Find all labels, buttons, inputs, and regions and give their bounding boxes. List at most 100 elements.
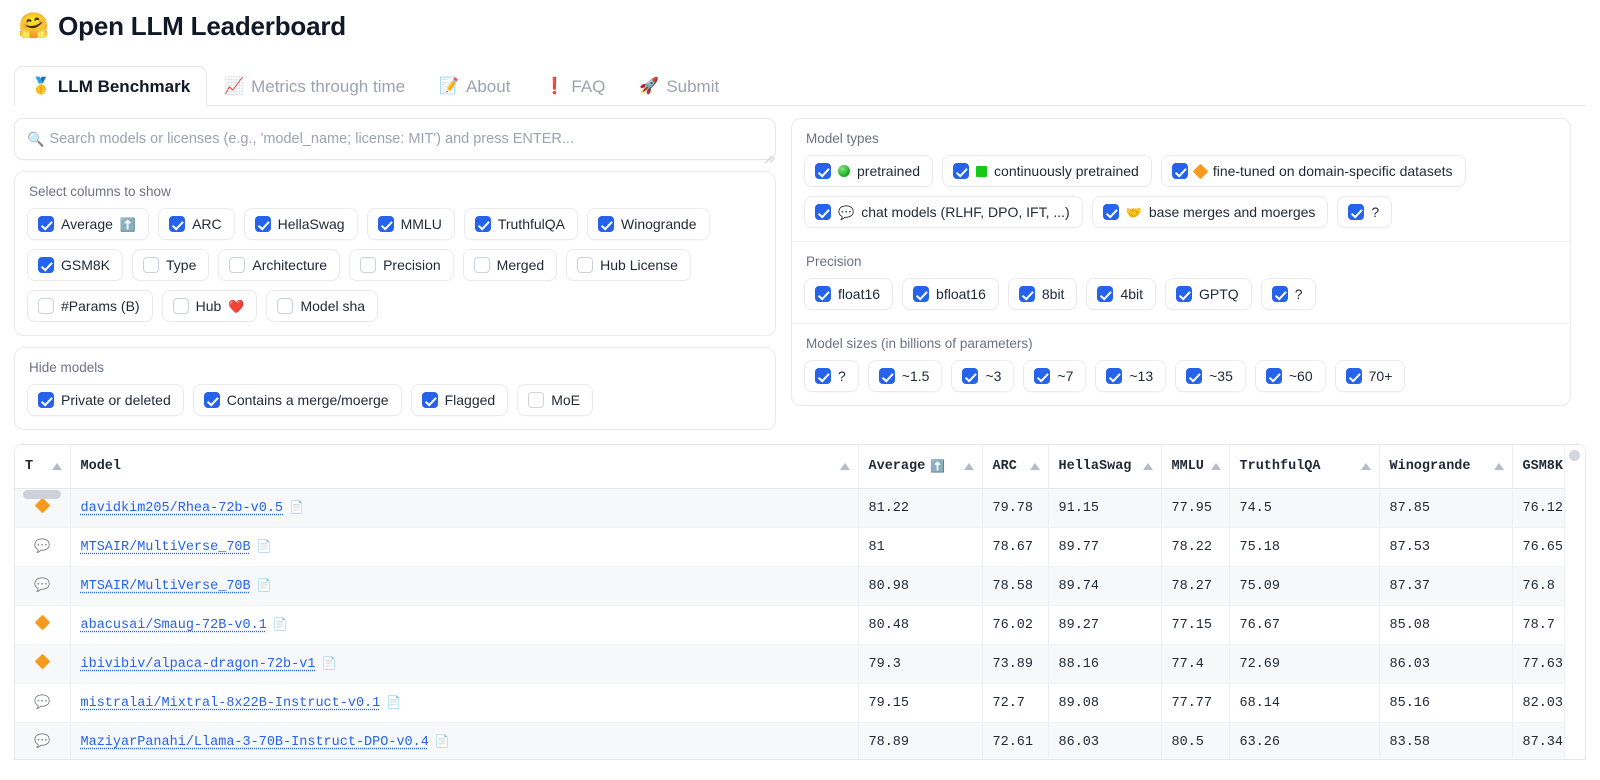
checkbox-icon[interactable]: [815, 286, 831, 302]
horizontal-scrollbar-thumb[interactable]: [23, 490, 61, 499]
checkbox-icon[interactable]: [1186, 368, 1203, 384]
vertical-scrollbar-thumb[interactable]: [1569, 450, 1580, 461]
resize-handle-icon[interactable]: [762, 146, 776, 164]
checkbox-icon[interactable]: [962, 368, 979, 384]
sort-caret-icon[interactable]: [1360, 463, 1371, 470]
filter-chip--7[interactable]: ~7: [1023, 360, 1087, 392]
checkbox-icon[interactable]: [1018, 286, 1035, 302]
table-row[interactable]: ibivibiv/alpaca-dragon-72b-v1 📄 79.3 73.89 8…: [15, 644, 1585, 684]
filter-chip-float16[interactable]: float16: [804, 278, 894, 310]
filter-chip-fine-tuned-on-domain-specific-datasets[interactable]: fine-tuned on domain-specific datasets: [1160, 155, 1466, 187]
filter-chip--1-5[interactable]: ~1.5: [867, 360, 943, 392]
column-header-winogrande[interactable]: Winogrande: [1379, 445, 1513, 489]
table-row[interactable]: 💬 mistralai/Mixtral-8x22B-Instruct-v0.1 📄 7…: [15, 683, 1585, 723]
model-link[interactable]: MTSAIR/MultiVerse_70B: [81, 579, 251, 594]
tab-submit[interactable]: 🚀 Submit: [622, 66, 736, 106]
checkbox-icon[interactable]: [38, 257, 54, 273]
checkbox-icon[interactable]: [360, 257, 377, 273]
checkbox-icon[interactable]: [1265, 368, 1282, 384]
filter-chip--3[interactable]: ~3: [951, 360, 1015, 392]
column-header-model[interactable]: Model: [70, 445, 859, 489]
checkbox-icon[interactable]: [254, 216, 271, 232]
checkbox-icon[interactable]: [913, 286, 930, 302]
filter-chip--60[interactable]: ~60: [1254, 360, 1326, 392]
checkbox-icon[interactable]: [1034, 368, 1051, 384]
filter-chip-hub-license[interactable]: Hub License: [566, 249, 691, 281]
filter-chip-truthfulqa[interactable]: TruthfulQA: [463, 208, 578, 240]
filter-chip-4bit[interactable]: 4bit: [1086, 278, 1157, 310]
filter-chip-8bit[interactable]: 8bit: [1007, 278, 1078, 310]
filter-chip-mmlu[interactable]: MMLU: [366, 208, 455, 240]
filter-chip-winogrande[interactable]: Winogrande: [587, 208, 710, 240]
checkbox-icon[interactable]: [1171, 163, 1188, 179]
filter-chip-architecture[interactable]: Architecture: [218, 249, 341, 281]
filter-chip-moe[interactable]: MoE: [517, 384, 593, 416]
checkbox-icon[interactable]: [815, 204, 831, 220]
column-header-arc[interactable]: ARC: [982, 445, 1049, 489]
checkbox-icon[interactable]: [169, 216, 186, 232]
filter-chip-type[interactable]: Type: [132, 249, 210, 281]
vertical-scrollbar-track[interactable]: [1564, 445, 1585, 759]
filter-chip--params-b-[interactable]: #Params (B): [27, 290, 153, 322]
sort-caret-icon[interactable]: [51, 463, 62, 470]
model-card-icon[interactable]: 📄: [257, 540, 272, 554]
column-header-hellaswag[interactable]: HellaSwag: [1048, 445, 1162, 489]
checkbox-icon[interactable]: [474, 216, 491, 232]
checkbox-icon[interactable]: [1102, 204, 1119, 220]
filter-chip--13[interactable]: ~13: [1095, 360, 1167, 392]
table-row[interactable]: davidkim205/Rhea-72b-v0.5 📄 81.22 79.78 91.1…: [15, 488, 1585, 528]
filter-chip-flagged[interactable]: Flagged: [410, 384, 509, 416]
checkbox-icon[interactable]: [1097, 286, 1114, 302]
filter-chip-private-or-deleted[interactable]: Private or deleted: [27, 384, 184, 416]
table-row[interactable]: 💬 MTSAIR/MultiVerse_70B 📄 81 78.67 89.77 78.22…: [15, 527, 1585, 567]
filter-chip-70-[interactable]: 70+: [1334, 360, 1406, 392]
model-card-icon[interactable]: 📄: [386, 696, 401, 710]
filter-chip-model-sha[interactable]: Model sha: [266, 290, 379, 322]
checkbox-icon[interactable]: [577, 257, 594, 273]
column-header-truthfulqa[interactable]: TruthfulQA: [1229, 445, 1380, 489]
checkbox-icon[interactable]: [598, 216, 614, 232]
checkbox-icon[interactable]: [953, 163, 970, 179]
checkbox-icon[interactable]: [277, 298, 294, 314]
model-card-icon[interactable]: 📄: [289, 501, 304, 515]
checkbox-icon[interactable]: [203, 392, 220, 408]
filter-chip-precision[interactable]: Precision: [349, 249, 454, 281]
filter-chip-contains-a-merge-moerge[interactable]: Contains a merge/moerge: [192, 384, 402, 416]
model-link[interactable]: MaziyarPanahi/Llama-3-70B-Instruct-DPO-v…: [81, 735, 429, 750]
filter-chip--[interactable]: ?: [804, 360, 859, 392]
checkbox-icon[interactable]: [229, 257, 246, 273]
model-link[interactable]: abacusai/Smaug-72B-v0.1: [81, 618, 267, 633]
tab-metrics-through-time[interactable]: 📈 Metrics through time: [207, 66, 422, 106]
tab-faq[interactable]: ❗ FAQ: [527, 66, 622, 106]
checkbox-icon[interactable]: [38, 216, 54, 232]
filter-chip-bfloat16[interactable]: bfloat16: [902, 278, 999, 310]
checkbox-icon[interactable]: [815, 163, 831, 179]
filter-chip--35[interactable]: ~35: [1175, 360, 1246, 392]
model-link[interactable]: MTSAIR/MultiVerse_70B: [81, 540, 251, 555]
filter-chip-hellaswag[interactable]: HellaSwag: [243, 208, 358, 240]
filter-chip-gsm8k[interactable]: GSM8K: [27, 249, 124, 281]
checkbox-icon[interactable]: [1345, 368, 1362, 384]
checkbox-icon[interactable]: [878, 368, 895, 384]
model-link[interactable]: davidkim205/Rhea-72b-v0.5: [81, 501, 284, 516]
model-link[interactable]: ibivibiv/alpaca-dragon-72b-v1: [81, 657, 316, 672]
model-card-icon[interactable]: 📄: [435, 735, 450, 749]
checkbox-icon[interactable]: [38, 298, 54, 314]
tab-about[interactable]: 📝 About: [422, 66, 527, 106]
table-row[interactable]: 💬 MaziyarPanahi/Llama-3-70B-Instruct-DPO-…: [15, 722, 1585, 759]
checkbox-icon[interactable]: [377, 216, 394, 232]
sort-caret-icon[interactable]: [1210, 463, 1221, 470]
checkbox-icon[interactable]: [38, 392, 54, 408]
column-header-average[interactable]: Average ⬆️: [858, 445, 983, 489]
checkbox-icon[interactable]: [421, 392, 438, 408]
checkbox-icon[interactable]: [815, 368, 831, 384]
filter-chip-continuously-pretrained[interactable]: continuously pretrained: [942, 155, 1152, 187]
column-header-t[interactable]: T: [15, 445, 71, 489]
checkbox-icon[interactable]: [172, 298, 189, 314]
checkbox-icon[interactable]: [1106, 368, 1123, 384]
model-link[interactable]: mistralai/Mixtral-8x22B-Instruct-v0.1: [81, 696, 381, 711]
checkbox-icon[interactable]: [1348, 204, 1365, 220]
sort-caret-icon[interactable]: [963, 463, 974, 470]
checkbox-icon[interactable]: [143, 257, 160, 273]
tab-llm-benchmark[interactable]: 🥇 LLM Benchmark: [14, 66, 208, 107]
